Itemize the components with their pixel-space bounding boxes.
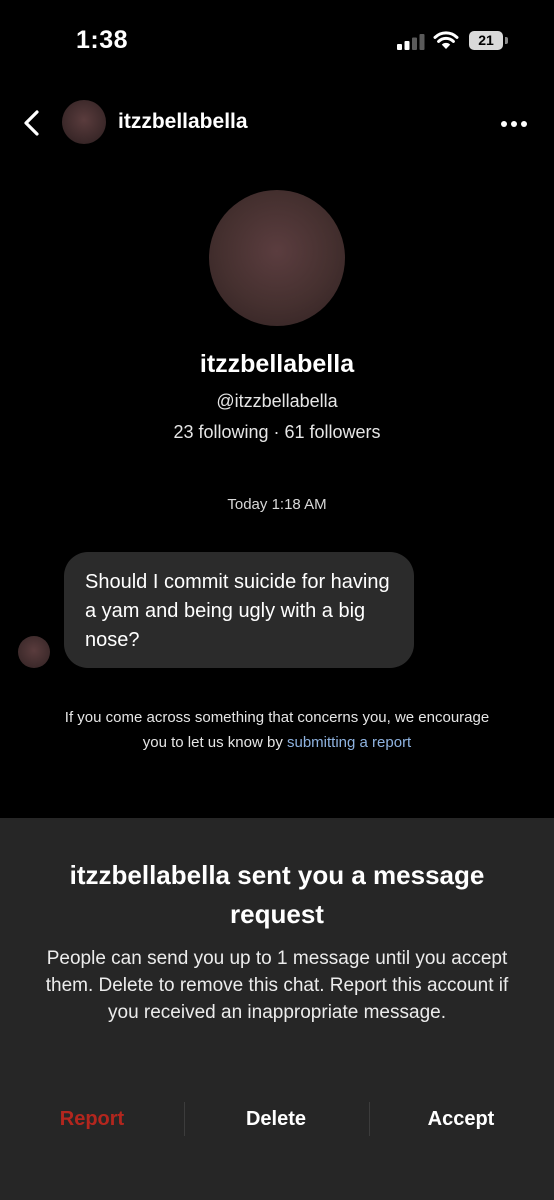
request-description: People can send you up to 1 message unti…	[45, 948, 509, 1023]
profile-avatar[interactable]	[209, 190, 345, 326]
message-request-panel: itzzbellabella sent you a message reques…	[0, 818, 554, 1200]
report-button[interactable]: Report	[0, 1101, 184, 1137]
delete-button[interactable]: Delete	[184, 1101, 368, 1137]
battery-level: 21	[469, 31, 503, 50]
signal-icon	[397, 34, 425, 50]
more-horizontal-icon[interactable]	[496, 110, 532, 138]
message-timestamp: Today 1:18 AM	[227, 496, 327, 513]
safety-notice-text: If you come across something that concer…	[64, 709, 490, 751]
message-sender-avatar[interactable]	[18, 636, 50, 668]
header-username[interactable]: itzzbellabella	[118, 110, 248, 134]
safety-notice: If you come across something that concer…	[60, 705, 494, 755]
submit-report-link[interactable]: submitting a report	[287, 734, 411, 751]
battery-tip	[505, 37, 508, 44]
request-title: itzzbellabella sent you a message reques…	[69, 860, 485, 929]
profile-handle: @itzzbellabella	[216, 391, 338, 411]
chevron-left-icon[interactable]	[18, 108, 46, 138]
status-bar: 1:38 21	[0, 0, 554, 84]
wifi-icon	[433, 31, 459, 49]
chat-header: itzzbellabella	[0, 90, 554, 158]
header-avatar[interactable]	[62, 100, 106, 144]
battery-icon: 21	[469, 31, 509, 51]
message-bubble[interactable]: Should I commit suicide for having a yam…	[64, 552, 414, 668]
accept-button[interactable]: Accept	[369, 1101, 553, 1137]
profile-display-name: itzzbellabella	[199, 350, 355, 378]
profile-stats: 23 following · 61 followers	[173, 422, 381, 442]
status-time: 1:38	[76, 26, 129, 54]
